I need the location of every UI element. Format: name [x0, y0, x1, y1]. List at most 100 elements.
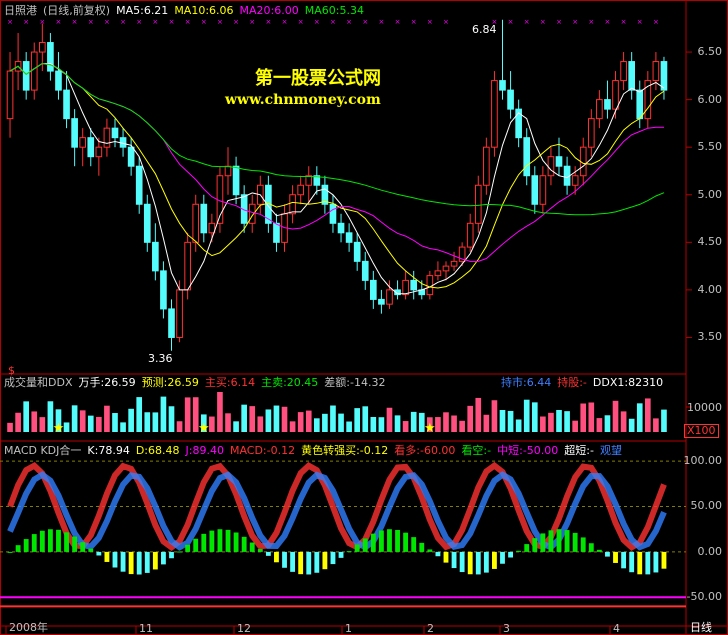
candle-body	[143, 203, 151, 243]
volume-star-icon: ★	[424, 421, 436, 436]
wanshou-value: 万手:26.59	[78, 376, 136, 389]
volume-scale-badge[interactable]: X100	[684, 424, 719, 438]
volume-bar	[233, 421, 239, 432]
candle-body	[612, 80, 619, 110]
macd-bar	[128, 551, 134, 575]
signal-marker: ×	[104, 18, 110, 26]
volume-indicator-name[interactable]: 成交量和DDX	[4, 376, 72, 389]
date-label: 3	[503, 622, 510, 635]
candle-body	[499, 80, 506, 91]
volume-bar	[459, 420, 465, 432]
volume-bar	[346, 421, 352, 432]
candle-body	[539, 175, 547, 205]
macd-bar	[435, 551, 441, 557]
candle-body	[127, 146, 135, 167]
signal-marker: ×	[330, 18, 336, 26]
macd-bar	[419, 542, 425, 552]
macd-indicator-name[interactable]: MACD KDJ合一	[4, 444, 81, 457]
macd-bar	[330, 551, 336, 565]
low-price-label: 3.36	[148, 352, 173, 365]
candle-body	[30, 51, 38, 91]
macd-bar	[395, 529, 400, 552]
price-tick-label: 6.00	[697, 92, 723, 106]
date-label: 11	[139, 622, 153, 635]
volume-bar	[322, 413, 328, 432]
candle-body	[587, 118, 595, 148]
look-short-value: 看空:-	[461, 444, 492, 457]
signal-marker: ×	[524, 18, 530, 26]
macd-bar	[314, 551, 320, 573]
macd-bar	[233, 532, 239, 552]
macd-bar	[177, 551, 182, 553]
macd-bar	[322, 551, 328, 570]
macd-bar	[564, 530, 570, 552]
macd-bar	[144, 551, 150, 573]
volume-bar	[289, 421, 296, 432]
ma10-label: MA10:6.06	[174, 4, 234, 17]
volume-bar	[636, 403, 643, 432]
volume-bar	[467, 405, 474, 432]
candle-body	[305, 175, 313, 186]
macd-bar	[548, 530, 554, 552]
macd-bar	[112, 551, 118, 568]
signal-marker: ×	[169, 18, 175, 26]
macd-bar	[15, 545, 21, 552]
macd-bar	[39, 530, 45, 552]
signal-marker: ×	[265, 18, 271, 26]
macd-bar	[249, 542, 255, 552]
signal-marker: ×	[152, 18, 158, 26]
volume-bar	[644, 398, 651, 432]
macd-bar	[411, 537, 417, 552]
ma5-label: MA5:6.21	[116, 4, 169, 17]
candle-body	[442, 265, 450, 272]
signal-marker: ×	[88, 18, 94, 26]
volume-bar	[661, 409, 667, 432]
macd-bar	[653, 551, 659, 573]
volume-bar	[548, 412, 554, 432]
macd-bar	[443, 551, 449, 563]
volume-bar	[588, 402, 595, 432]
macd-bar	[193, 538, 199, 552]
candle-body	[571, 175, 579, 186]
candle-body	[63, 89, 70, 120]
period-label[interactable]: 日线	[690, 619, 712, 635]
signal-marker: ×	[378, 18, 384, 26]
volume-bar	[184, 397, 191, 432]
volume-bar	[483, 414, 490, 432]
price-tick-label: 4.50	[697, 235, 723, 249]
signal-marker: ×	[346, 18, 352, 26]
candle-body	[547, 156, 555, 177]
volume-bar	[338, 413, 344, 432]
ultra-short-value: 超短:-	[564, 444, 594, 457]
macd-bar	[80, 542, 86, 552]
volume-bar	[297, 412, 304, 432]
volume-bar	[572, 420, 578, 432]
macd-bar	[572, 532, 578, 552]
price-tick-label: 3.50	[697, 330, 723, 344]
candle-body	[103, 127, 111, 148]
volume-bar	[402, 421, 409, 432]
macd-bar	[492, 551, 497, 569]
stock-name[interactable]: 日照港	[4, 4, 37, 17]
macd-bar	[475, 551, 481, 575]
macd-bar	[540, 533, 546, 552]
date-label: 2	[427, 622, 434, 635]
volume-bar	[120, 422, 126, 432]
volume-bar	[515, 419, 522, 432]
difference-value: 差额:-14.32	[324, 376, 386, 389]
volume-bar	[386, 407, 393, 432]
volume-bar	[249, 406, 256, 432]
volume-y-tick: 10000	[687, 401, 722, 414]
volume-bar	[523, 399, 530, 432]
macd-bar	[580, 537, 586, 552]
volume-bar	[241, 404, 247, 432]
candle-body	[361, 260, 369, 281]
candle-body	[426, 275, 434, 296]
macd-bar	[596, 549, 602, 552]
macd-bar	[23, 539, 29, 552]
volume-bar	[152, 412, 159, 432]
volume-bar	[443, 412, 449, 432]
candle-body	[6, 70, 14, 120]
ddx1-value: DDX1:82310	[592, 376, 664, 389]
volume-bar	[96, 416, 102, 432]
